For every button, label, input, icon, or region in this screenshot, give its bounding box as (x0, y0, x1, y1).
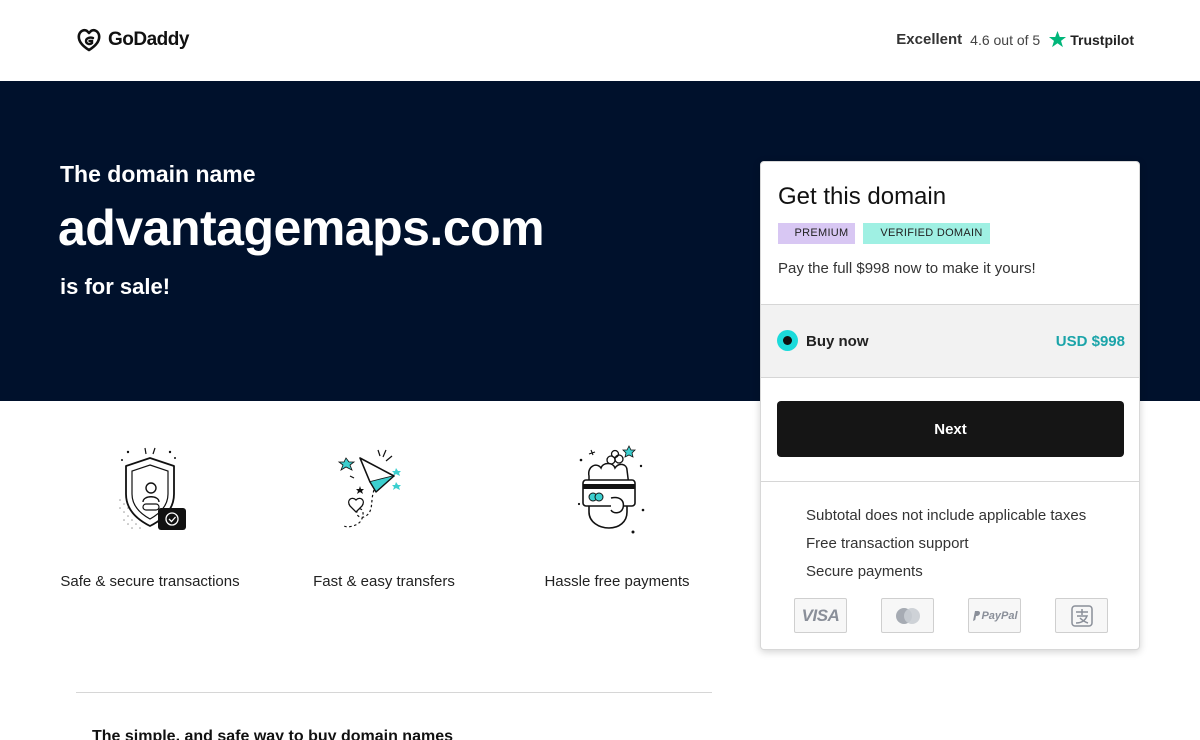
mastercard-circles (895, 607, 920, 624)
godaddy-logo-icon (77, 28, 101, 52)
badge-group: PREMIUM VERIFIED DOMAIN (778, 223, 990, 244)
alipay-glyph (1070, 604, 1093, 627)
verified-badge: VERIFIED DOMAIN (863, 223, 990, 244)
alipay-icon (1055, 598, 1108, 633)
mastercard-icon (881, 598, 934, 633)
section-divider (76, 692, 712, 693)
rating-label: Excellent (896, 31, 963, 48)
feature-label: Fast & easy transfers (313, 573, 455, 590)
buy-now-option[interactable]: Buy now USD $998 (761, 304, 1139, 378)
feature-label: Safe & secure transactions (60, 573, 240, 590)
buy-now-price: USD $998 (1055, 333, 1125, 350)
shield-icon (119, 447, 186, 530)
card-payment-icon (577, 445, 645, 534)
paypal-label: PayPal (981, 609, 1018, 622)
card-description: Pay the full $998 now to make it yours! (778, 260, 1036, 277)
sale-status: is for sale! (60, 274, 171, 299)
info-support: Free transaction support (806, 535, 969, 552)
paypal-icon: PayPal (968, 598, 1021, 633)
card-divider (761, 481, 1139, 482)
top-bar: GoDaddy Excellent 4.6 out of 5 Trustpilo… (0, 0, 1200, 81)
card-title: Get this domain (778, 183, 947, 210)
feature-hassle-free: Hassle free payments (517, 440, 717, 594)
payment-methods: VISA PayPal (794, 598, 1108, 633)
premium-badge: PREMIUM (778, 223, 855, 244)
info-secure: Secure payments (806, 563, 923, 580)
visa-label: VISA (801, 605, 840, 625)
domain-name: advantagemaps.com (58, 200, 545, 256)
purchase-card: Get this domain PREMIUM VERIFIED DOMAIN … (760, 161, 1140, 650)
trustpilot-rating[interactable]: Excellent 4.6 out of 5 Trustpilot (896, 30, 1134, 49)
trustpilot-label: Trustpilot (1070, 31, 1134, 48)
visa-icon: VISA (794, 598, 847, 633)
brand-name: GoDaddy (108, 29, 189, 50)
info-taxes: Subtotal does not include applicable tax… (806, 507, 1087, 524)
hero-lead: The domain name (60, 161, 256, 187)
next-button[interactable]: Next (777, 401, 1124, 457)
feature-label: Hassle free payments (544, 573, 690, 590)
trustpilot-logo: Trustpilot (1048, 30, 1134, 49)
godaddy-logo[interactable]: GoDaddy (76, 27, 189, 53)
section-heading: The simple, and safe way to buy domain n… (92, 728, 453, 740)
star-icon (1049, 30, 1067, 48)
buy-now-label: Buy now (806, 333, 869, 350)
paypal-mark (973, 610, 981, 621)
buy-now-radio[interactable] (777, 330, 798, 351)
feature-safe-secure: Safe & secure transactions (50, 440, 250, 594)
feature-fast-transfers: Fast & easy transfers (284, 440, 484, 594)
rating-score: 4.6 out of 5 (970, 31, 1041, 48)
paper-plane-icon (337, 449, 401, 528)
